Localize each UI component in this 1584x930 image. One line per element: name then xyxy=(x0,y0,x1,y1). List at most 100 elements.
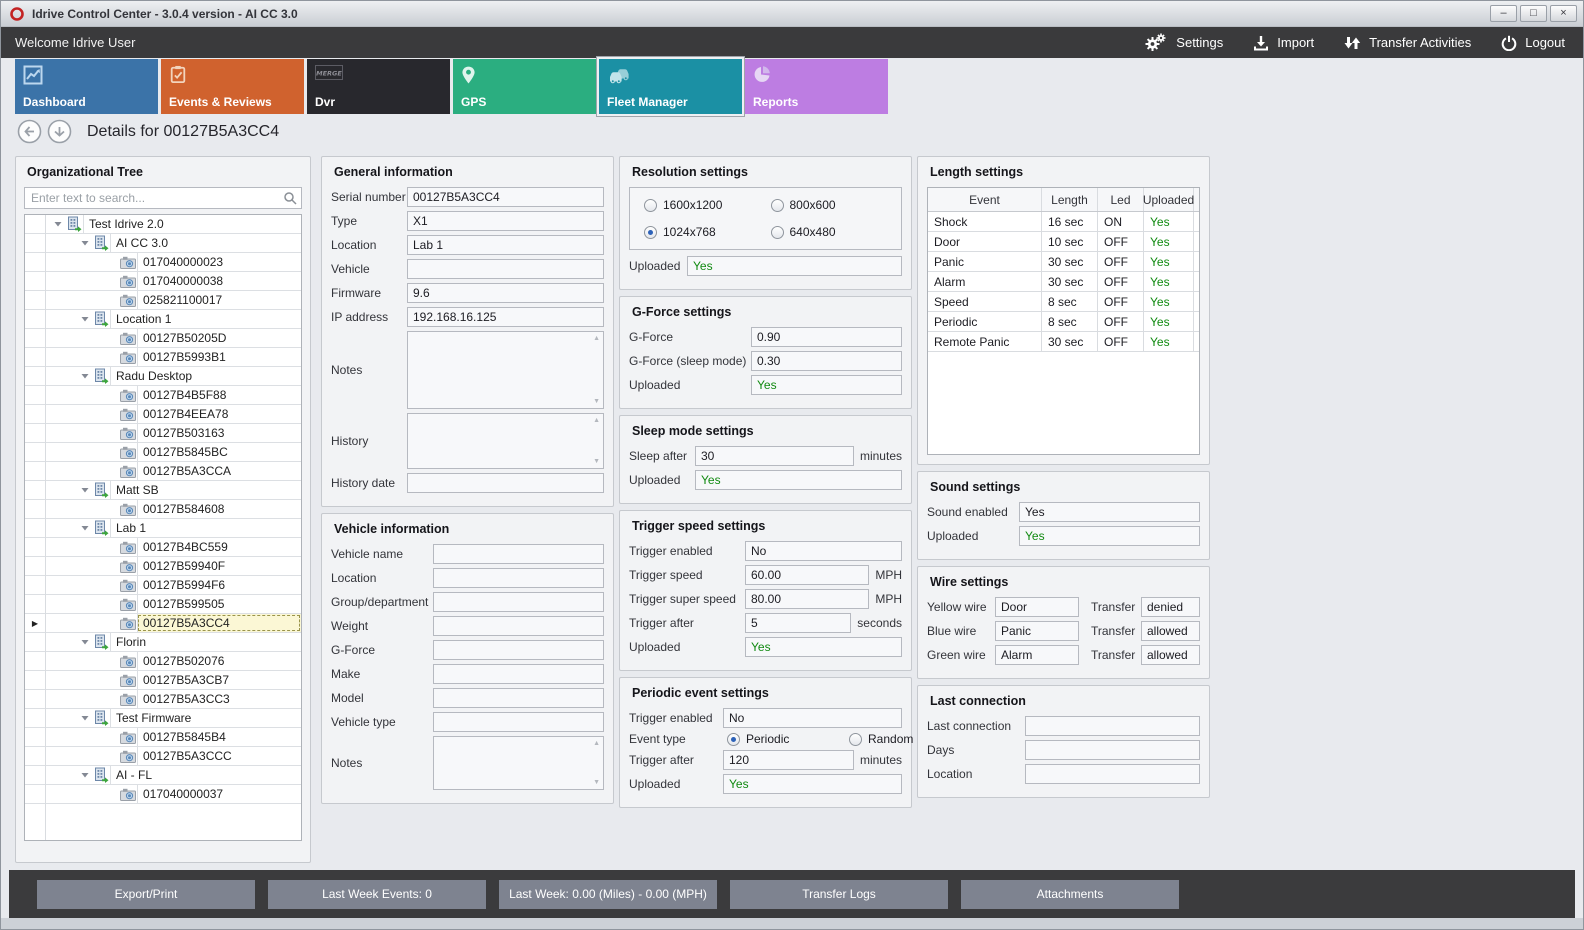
expand-arrow-icon[interactable] xyxy=(78,314,92,324)
import-button[interactable]: Import xyxy=(1253,35,1314,51)
uploaded-input[interactable]: Yes xyxy=(695,470,902,490)
yellow-wire-input[interactable]: Door xyxy=(995,597,1079,617)
attachments-button[interactable]: Attachments xyxy=(961,880,1179,909)
table-row[interactable]: Periodic8 secOFFYes xyxy=(928,312,1199,332)
tree-item[interactable]: Lab 1 xyxy=(25,519,301,538)
history-textarea[interactable]: ▲▼ xyxy=(407,413,604,469)
maximize-button[interactable]: □ xyxy=(1520,5,1547,22)
search-icon[interactable] xyxy=(283,191,297,210)
days-input[interactable] xyxy=(1025,740,1200,760)
trigger-speed-input[interactable]: 60.00 xyxy=(745,565,869,585)
tree-item[interactable]: Location 1 xyxy=(25,310,301,329)
table-row[interactable]: Speed8 secOFFYes xyxy=(928,292,1199,312)
table-row[interactable]: Shock16 secONYes xyxy=(928,212,1199,232)
transfer-activities-button[interactable]: Transfer Activities xyxy=(1344,35,1471,51)
transfer-input[interactable]: allowed xyxy=(1141,621,1200,641)
vehicle-name-input[interactable] xyxy=(433,544,604,564)
tree-item[interactable]: 00127B5993B1 xyxy=(25,348,301,367)
tree-item[interactable]: 00127B5845B4 xyxy=(25,728,301,747)
g-force-input[interactable] xyxy=(433,640,604,660)
uploaded-input[interactable]: Yes xyxy=(1019,526,1200,546)
model-input[interactable] xyxy=(433,688,604,708)
tree-item[interactable]: 00127B584608 xyxy=(25,500,301,519)
transfer-input[interactable]: denied xyxy=(1141,597,1200,617)
radio-800x600[interactable]: 800x600 xyxy=(771,198,898,212)
firmware-input[interactable]: 9.6 xyxy=(407,283,604,303)
blue-wire-input[interactable]: Panic xyxy=(995,621,1079,641)
green-wire-input[interactable]: Alarm xyxy=(995,645,1079,665)
search-input[interactable] xyxy=(24,187,302,209)
download-details-button[interactable] xyxy=(47,119,72,144)
tab-gps[interactable]: GPS xyxy=(453,59,596,114)
tree-item[interactable]: 00127B5A3CB7 xyxy=(25,671,301,690)
group-department-input[interactable] xyxy=(433,592,604,612)
tab-events-reviews[interactable]: Events & Reviews xyxy=(161,59,304,114)
weight-input[interactable] xyxy=(433,616,604,636)
column-header[interactable]: Event xyxy=(928,188,1042,211)
scroll-down-icon[interactable]: ▼ xyxy=(593,458,600,465)
export-print-button[interactable]: Export/Print xyxy=(37,880,255,909)
type-input[interactable]: X1 xyxy=(407,211,604,231)
expand-arrow-icon[interactable] xyxy=(51,219,65,229)
notes-textarea[interactable]: ▲▼ xyxy=(407,331,604,409)
uploaded-input[interactable]: Yes xyxy=(723,774,902,794)
tree-item[interactable]: 00127B503163 xyxy=(25,424,301,443)
history-date-input[interactable] xyxy=(407,473,604,493)
vehicle-input[interactable] xyxy=(407,259,604,279)
column-header[interactable]: Uploaded xyxy=(1144,188,1194,211)
expand-arrow-icon[interactable] xyxy=(78,713,92,723)
table-row[interactable]: Door10 secOFFYes xyxy=(928,232,1199,252)
transfer-input[interactable]: allowed xyxy=(1141,645,1200,665)
tree-item[interactable]: AI CC 3.0 xyxy=(25,234,301,253)
tree-item[interactable]: 00127B5994F6 xyxy=(25,576,301,595)
scroll-up-icon[interactable]: ▲ xyxy=(593,335,600,342)
uploaded-input[interactable]: Yes xyxy=(687,256,902,276)
minimize-button[interactable]: – xyxy=(1490,5,1517,22)
tab-dashboard[interactable]: Dashboard xyxy=(15,59,158,114)
expand-arrow-icon[interactable] xyxy=(78,238,92,248)
radio-640x480[interactable]: 640x480 xyxy=(771,225,898,239)
tree-item[interactable]: 00127B50205D xyxy=(25,329,301,348)
expand-arrow-icon[interactable] xyxy=(78,371,92,381)
tree-item[interactable]: 00127B5A3CC3 xyxy=(25,690,301,709)
tab-reports[interactable]: Reports xyxy=(745,59,888,114)
tree-item[interactable]: 00127B5A3CCA xyxy=(25,462,301,481)
radio-1024x768[interactable]: 1024x768 xyxy=(644,225,771,239)
trigger-after-input[interactable]: 120 xyxy=(723,750,854,770)
tree-item[interactable]: 00127B59940F xyxy=(25,557,301,576)
g-force-sleep-mode-input[interactable]: 0.30 xyxy=(751,351,902,371)
trigger-after-input[interactable]: 5 xyxy=(745,613,851,633)
notes-textarea[interactable]: ▲▼ xyxy=(433,736,604,790)
expand-arrow-icon[interactable] xyxy=(78,523,92,533)
tree-item[interactable]: ▶00127B5A3CC4 xyxy=(25,614,301,633)
uploaded-input[interactable]: Yes xyxy=(751,375,902,395)
expand-arrow-icon[interactable] xyxy=(78,770,92,780)
serial-number-input[interactable]: 00127B5A3CC4 xyxy=(407,187,604,207)
tree-item[interactable]: Florin xyxy=(25,633,301,652)
make-input[interactable] xyxy=(433,664,604,684)
last-week-button[interactable]: Last Week: 0.00 (Miles) - 0.00 (MPH) xyxy=(499,880,717,909)
expand-arrow-icon[interactable] xyxy=(78,637,92,647)
column-header[interactable]: Led xyxy=(1098,188,1144,211)
tree-item[interactable]: AI - FL xyxy=(25,766,301,785)
tree-item[interactable]: 00127B5845BC xyxy=(25,443,301,462)
table-row[interactable]: Remote Panic30 secOFFYes xyxy=(928,332,1199,352)
last-week-events-button[interactable]: Last Week Events: 0 xyxy=(268,880,486,909)
location-input[interactable] xyxy=(1025,764,1200,784)
trigger-enabled-input[interactable]: No xyxy=(723,708,902,728)
location-input[interactable] xyxy=(433,568,604,588)
tree-item[interactable]: 025821100017 xyxy=(25,291,301,310)
vehicle-type-input[interactable] xyxy=(433,712,604,732)
back-button[interactable] xyxy=(17,119,42,144)
tree-item[interactable]: 00127B502076 xyxy=(25,652,301,671)
sound-enabled-input[interactable]: Yes xyxy=(1019,502,1200,522)
radio-1600x1200[interactable]: 1600x1200 xyxy=(644,198,771,212)
ip-address-input[interactable]: 192.168.16.125 xyxy=(407,307,604,327)
close-button[interactable]: × xyxy=(1550,5,1577,22)
g-force-input[interactable]: 0.90 xyxy=(751,327,902,347)
radio-periodic[interactable]: Periodic xyxy=(727,732,849,746)
tree-item[interactable]: Test Idrive 2.0 xyxy=(25,215,301,234)
expand-arrow-icon[interactable] xyxy=(78,485,92,495)
uploaded-input[interactable]: Yes xyxy=(745,637,902,657)
settings-button[interactable]: Settings xyxy=(1145,33,1223,53)
